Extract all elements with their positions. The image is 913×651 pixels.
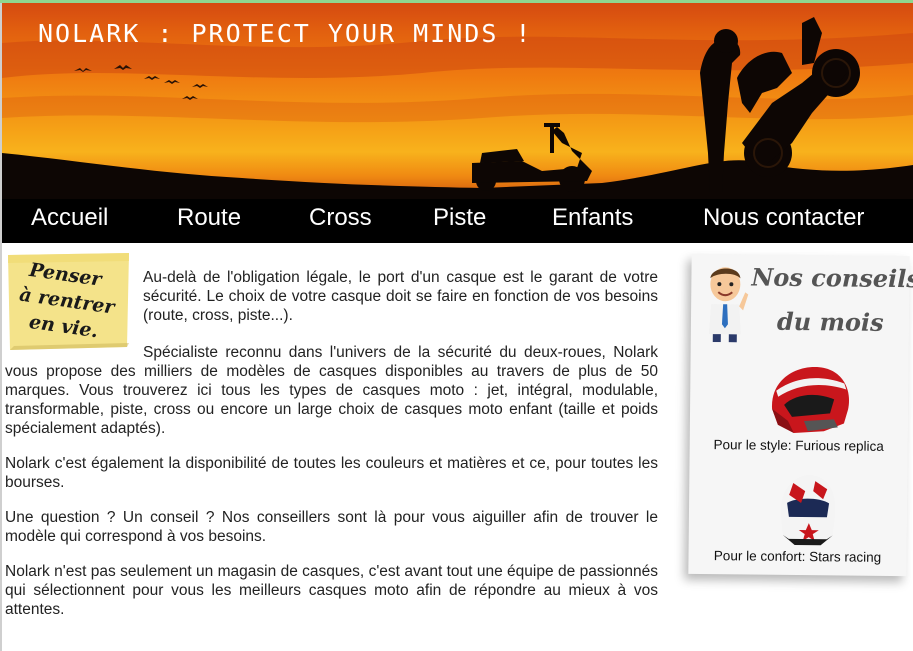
nav-item-cross[interactable]: Cross xyxy=(309,204,372,232)
nav-item-route[interactable]: Route xyxy=(177,204,241,232)
helmet-stars-racing-image[interactable] xyxy=(775,473,842,550)
intro-paragraph: Au-delà de l'obligation légale, le port … xyxy=(143,269,658,324)
team-paragraph: Nolark n'est pas seulement un magasin de… xyxy=(5,563,658,618)
specialist-paragraph: Spécialiste reconnu dans l'univers de la… xyxy=(5,344,658,437)
advice-card: Nos conseils du mois Pour le style: Furi… xyxy=(688,253,913,577)
nav-item-accueil[interactable]: Accueil xyxy=(31,204,108,232)
nav-item-piste[interactable]: Piste xyxy=(433,204,486,232)
nav-item-enfants[interactable]: Enfants xyxy=(552,204,633,232)
card-title-line-1: Nos conseils xyxy=(751,262,913,294)
advisor-avatar-icon xyxy=(708,267,749,343)
site-title: NOLARK : PROTECT YOUR MINDS ! xyxy=(38,19,533,48)
colors-paragraph: Nolark c'est également la disponibilité … xyxy=(5,455,658,491)
card-title-line-2: du mois xyxy=(776,306,884,337)
main-navigation: Accueil Route Cross Piste Enfants Nous c… xyxy=(2,199,913,243)
caption-stars-racing: Pour le confort: Stars racing xyxy=(713,548,882,565)
helmet-furious-replica-image[interactable] xyxy=(764,361,855,438)
caption-furious-replica: Pour le style: Furious replica xyxy=(713,437,884,454)
nav-item-nous-contacter[interactable]: Nous contacter xyxy=(703,204,864,232)
header-banner: NOLARK : PROTECT YOUR MINDS ! Accueil Ro… xyxy=(2,3,913,243)
question-paragraph: Une question ? Un conseil ? Nos conseill… xyxy=(5,509,658,545)
sticky-note-image: Penser à rentrer en vie. xyxy=(6,253,131,350)
